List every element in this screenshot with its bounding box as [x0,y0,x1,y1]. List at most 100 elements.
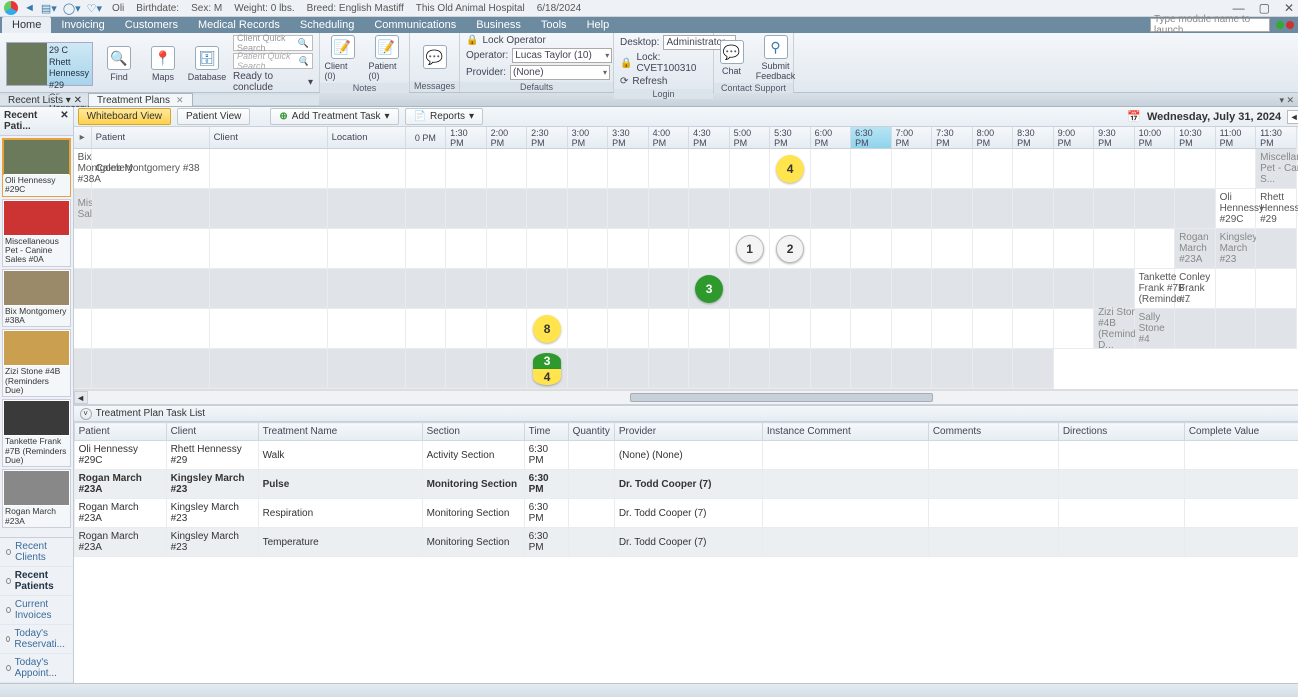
time-header[interactable]: 5:30 PM [770,127,811,149]
timeline-cell[interactable] [649,229,690,269]
timeline-cell[interactable] [770,269,811,309]
task-row[interactable]: Rogan March #23AKingsley March #23Temper… [74,528,1298,557]
timeline-cell[interactable] [1135,149,1176,189]
timeline-cell[interactable] [328,349,406,389]
lock-code[interactable]: 🔒Lock: CVET100310 [620,52,707,74]
close-icon[interactable]: ✕ [176,95,184,106]
timeline-cell[interactable] [446,269,487,309]
timeline-cell[interactable] [1094,189,1135,229]
timeline-cell[interactable] [487,149,528,189]
timeline-cell[interactable] [1054,189,1095,229]
col-patient[interactable]: Patient [92,127,210,149]
maps-button[interactable]: 📍Maps [145,46,181,82]
tabstrip-controls[interactable]: ▾ ✕ [1275,95,1298,106]
timeline-cell[interactable] [608,269,649,309]
timeline-cell[interactable] [568,229,609,269]
client-notes-button[interactable]: 📝Client (0) [325,35,361,81]
timeline-cell[interactable] [568,149,609,189]
recent-patient-item[interactable]: Zizi Stone #4B (Reminders Due) [2,329,71,397]
timeline-cell[interactable] [932,189,973,229]
task-bubble[interactable]: 1 [736,235,764,263]
task-col-time[interactable]: Time [524,423,568,441]
timeline-cell[interactable] [811,229,852,269]
timeline-cell[interactable] [892,189,933,229]
patient-chip[interactable]: 29 C Rhett Hennessy #29 Oli Hennessy #29… [6,42,93,86]
task-bubble[interactable]: 3 [695,275,723,303]
timeline-cell[interactable] [1013,349,1054,389]
task-row[interactable]: Rogan March #23AKingsley March #23Respir… [74,499,1298,528]
timeline-cell[interactable] [1013,149,1054,189]
timeline-cell[interactable] [932,149,973,189]
time-header[interactable]: 11:30 PM [1256,127,1297,149]
timeline-cell[interactable] [92,229,210,269]
expand-filters-button[interactable]: ▸ [74,127,92,149]
task-bubble[interactable]: 3 [533,353,561,369]
timeline-cell[interactable] [487,349,528,389]
timeline-cell[interactable] [527,229,568,269]
timeline-cell[interactable] [689,229,730,269]
timeline-cell[interactable] [973,349,1014,389]
timeline-scrollbar[interactable]: ◄ ► [74,390,1298,404]
timeline-cell[interactable] [689,149,730,189]
timeline-cell[interactable] [892,269,933,309]
timeline-cell[interactable] [92,269,210,309]
task-col-treatment-name[interactable]: Treatment Name [258,423,422,441]
minimize-button[interactable]: — [1233,1,1245,15]
timeline-cell[interactable] [487,309,528,349]
timeline-cell[interactable] [210,309,328,349]
timeline-cell[interactable] [973,309,1014,349]
timeline-cell[interactable] [973,229,1014,269]
find-button[interactable]: 🔍Find [101,46,137,82]
recent-patient-item[interactable]: Miscellaneous Pet - Canine Sales #0A [2,199,71,267]
timeline-cell[interactable] [851,309,892,349]
timeline-cell[interactable] [568,269,609,309]
provider-select[interactable]: (None) [510,65,610,80]
nav-today-s-appoint-[interactable]: Today's Appoint... [0,654,73,683]
module-launch-input[interactable]: Type module name to launch [1150,18,1270,32]
timeline-cell[interactable] [1013,269,1054,309]
time-header[interactable]: 11:00 PM [1216,127,1257,149]
timeline-cell[interactable] [1256,309,1297,349]
messages-button[interactable]: 💬 [417,45,453,69]
timeline-cell[interactable] [730,349,771,389]
timeline-cell[interactable]: 1 [730,229,771,269]
timeline-cell[interactable] [892,149,933,189]
timeline-cell[interactable] [851,189,892,229]
time-header[interactable]: 8:00 PM [973,127,1014,149]
timeline-cell[interactable] [932,269,973,309]
timeline-cell[interactable] [811,269,852,309]
time-header[interactable]: 7:00 PM [892,127,933,149]
timeline-cell[interactable] [527,189,568,229]
qat-circle-icon[interactable]: ◯▾ [63,2,81,15]
timeline-cell[interactable] [770,309,811,349]
timeline-cell[interactable] [328,269,406,309]
task-bubble[interactable]: 4 [533,369,561,385]
recent-patient-item[interactable]: Tankette Frank #7B (Reminders Due) [2,399,71,467]
time-header[interactable]: 6:00 PM [811,127,852,149]
patient-notes-button[interactable]: 📝Patient (0) [369,35,405,81]
timeline-cell[interactable] [1216,309,1257,349]
timeline-cell[interactable]: 3 [689,269,730,309]
task-col-quantity[interactable]: Quantity [568,423,614,441]
qat-dropdown-icon[interactable]: ▤▾ [41,2,57,15]
task-col-section[interactable]: Section [422,423,524,441]
timeline-cell[interactable] [811,349,852,389]
recent-patient-item[interactable]: Bix Montgomery #38A [2,269,71,328]
timeline-cell[interactable] [649,149,690,189]
timeline-cell[interactable] [608,149,649,189]
timeline-cell[interactable] [210,189,328,229]
task-col-complete-value[interactable]: Complete Value [1184,423,1298,441]
nav-recent-patients[interactable]: Recent Patients [0,567,73,596]
timeline-cell[interactable] [1013,229,1054,269]
scroll-thumb[interactable] [630,393,933,402]
timeline-cell[interactable] [1054,269,1095,309]
task-row[interactable]: Rogan March #23AKingsley March #23PulseM… [74,470,1298,499]
timeline-cell[interactable] [74,269,92,309]
timeline-cell[interactable] [811,149,852,189]
timeline-cell[interactable] [446,309,487,349]
timeline-cell[interactable] [973,189,1014,229]
close-icon[interactable]: ✕ [60,110,68,132]
timeline-cell[interactable] [851,149,892,189]
timeline-cell[interactable] [328,309,406,349]
time-header[interactable]: 10:30 PM [1175,127,1216,149]
